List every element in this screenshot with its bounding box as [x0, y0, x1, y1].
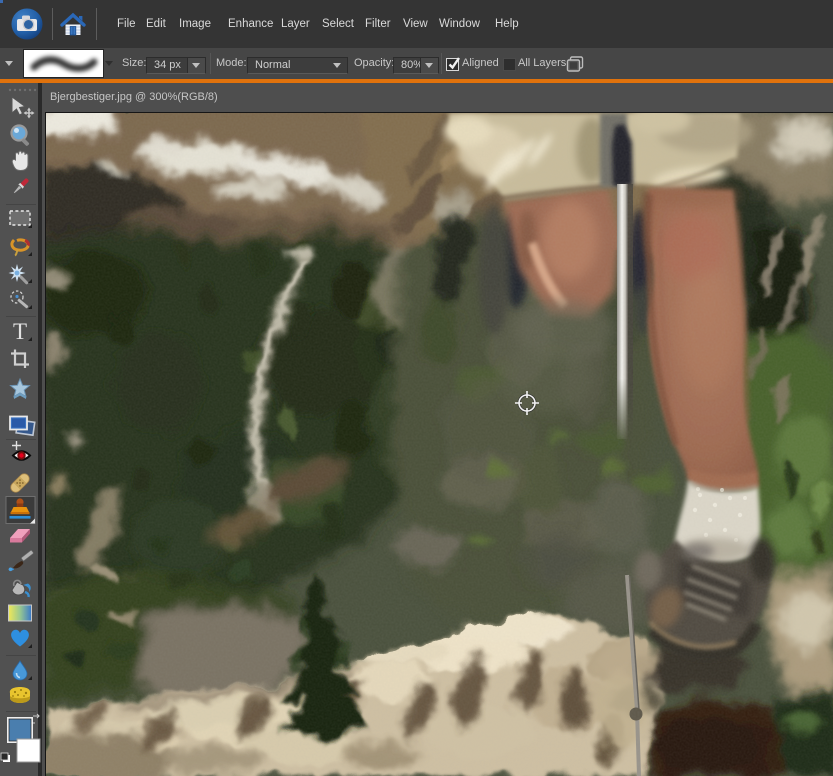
- svg-text:T: T: [13, 319, 27, 344]
